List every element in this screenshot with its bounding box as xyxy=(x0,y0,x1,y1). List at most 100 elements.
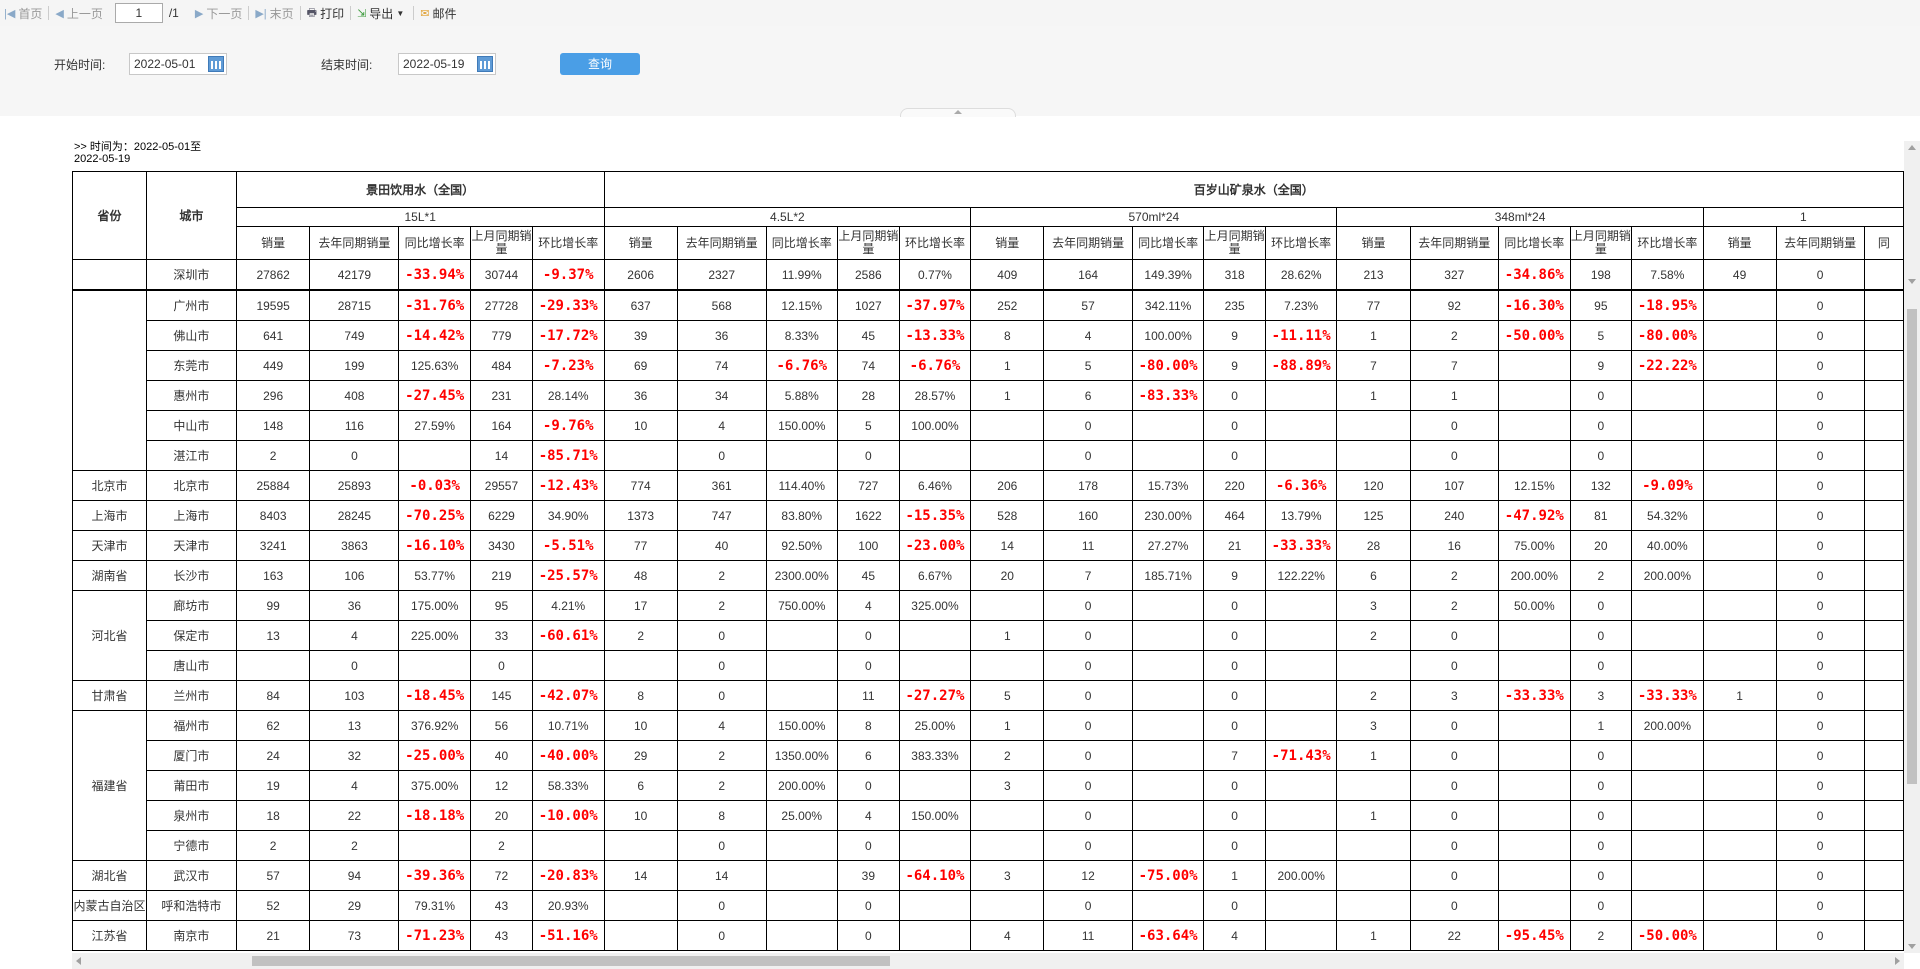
value-cell: 106 xyxy=(309,560,400,591)
value-cell: 0 xyxy=(469,650,533,681)
metric-header: 去年同期销量 xyxy=(1409,226,1500,260)
value-cell: 0 xyxy=(1043,830,1133,861)
mail-button[interactable]: ✉ 邮件 xyxy=(416,0,460,26)
value-cell xyxy=(970,830,1045,861)
export-button[interactable]: ⇲ 导出 ▼ xyxy=(353,0,411,26)
vertical-scrollbar[interactable] xyxy=(1904,141,1920,953)
value-cell: 0 xyxy=(1569,650,1633,681)
value-cell: -95.45% xyxy=(1498,920,1571,951)
province-cell: 河北省 xyxy=(72,590,147,681)
scrollbar-thumb[interactable] xyxy=(1907,309,1917,784)
value-cell: 231 xyxy=(469,380,533,411)
province-cell: 甘肃省 xyxy=(72,680,147,711)
value-cell: 0 xyxy=(1203,710,1266,741)
value-cell xyxy=(1131,680,1205,711)
value-cell: 39 xyxy=(836,860,900,891)
value-cell xyxy=(1863,560,1904,591)
value-cell xyxy=(1631,590,1704,621)
value-cell: 14 xyxy=(603,860,678,891)
time-range-line: >> 时间为：2022-05-01至 xyxy=(74,141,202,153)
value-cell: 235 xyxy=(1203,289,1266,321)
header-row: 销量 去年同期销量 同比增长率 上月同期销量 环比增长率 销量 去年同期销量 同比增长率 上月同… xyxy=(73,226,1904,260)
last-page-button[interactable]: ▶| 末页 xyxy=(251,0,297,26)
value-cell: 3241 xyxy=(235,530,311,561)
value-cell: 27862 xyxy=(235,259,311,291)
first-page-label: 首页 xyxy=(18,6,43,21)
value-cell xyxy=(235,650,311,681)
calendar-icon[interactable] xyxy=(477,56,493,72)
value-cell: 11.99% xyxy=(765,259,838,291)
scrollbar-thumb[interactable] xyxy=(252,956,890,966)
value-cell: 19 xyxy=(235,770,311,801)
value-cell: 5.88% xyxy=(765,380,838,411)
divider xyxy=(48,6,50,20)
value-cell: 92 xyxy=(1409,289,1500,321)
calendar-icon[interactable] xyxy=(208,56,224,72)
value-cell: 28 xyxy=(1336,530,1411,561)
value-cell: 1 xyxy=(1336,320,1411,351)
value-cell: 230.00% xyxy=(1131,500,1205,531)
value-cell xyxy=(1702,560,1777,591)
value-cell xyxy=(1702,650,1777,681)
divider xyxy=(350,6,352,20)
scroll-down-icon[interactable] xyxy=(1908,279,1916,284)
value-cell: 20 xyxy=(970,560,1045,591)
value-cell: 1 xyxy=(1569,710,1633,741)
end-date-field[interactable]: 2022-05-19 xyxy=(398,53,496,75)
value-cell: 0 xyxy=(1043,620,1133,651)
scroll-down-icon[interactable] xyxy=(1908,944,1916,949)
table-row: 广州市 19595 28715 -31.76% 27728 -29.33% 637 568 12… xyxy=(72,289,1904,471)
city-cell: 惠州市 xyxy=(145,380,237,411)
query-button[interactable]: 查询 xyxy=(560,53,640,75)
value-cell: 103 xyxy=(309,680,400,711)
start-date-field[interactable]: 2022-05-01 xyxy=(129,53,227,75)
value-cell: 4 xyxy=(309,620,400,651)
horizontal-scrollbar[interactable] xyxy=(72,953,1904,969)
value-cell: 28715 xyxy=(309,289,400,321)
value-cell: 94 xyxy=(309,860,400,891)
scroll-left-icon[interactable] xyxy=(76,957,81,965)
value-cell: -51.16% xyxy=(531,920,605,951)
value-cell: 75.00% xyxy=(1498,530,1571,561)
value-cell: 1350.00% xyxy=(765,740,838,771)
table-row: 佛山市 641 749 -14.42% 779 -17.72% 39 36 8.33% 45 -13… xyxy=(73,320,1904,351)
table-row: 惠州市 296 408 -27.45% 231 28.14% 36 34 5.88% 28 28.5… xyxy=(73,380,1904,411)
value-cell: 0 xyxy=(1043,650,1133,681)
value-cell: 1 xyxy=(970,380,1045,411)
metric-header: 去年同期销量 xyxy=(1043,226,1133,260)
prev-page-button[interactable]: ◀ 上一页 xyxy=(51,0,106,26)
scroll-up-icon[interactable] xyxy=(1908,145,1916,150)
page-number-input[interactable] xyxy=(114,3,163,23)
city-cell: 南京市 xyxy=(145,920,237,951)
time-range-caption: >> 时间为：2022-05-01至 2022-05-19 xyxy=(74,141,214,165)
value-cell: 0 xyxy=(1775,289,1865,321)
next-page-button[interactable]: ▶ 下一页 xyxy=(191,0,246,26)
value-cell: 4 xyxy=(676,410,767,441)
value-cell xyxy=(765,890,838,921)
value-cell xyxy=(603,650,678,681)
province-cell: 上海市 xyxy=(72,500,147,531)
value-cell: 0 xyxy=(676,890,767,921)
value-cell: 747 xyxy=(676,500,767,531)
value-cell: 28.14% xyxy=(531,380,605,411)
value-cell: 150.00% xyxy=(898,800,972,831)
value-cell xyxy=(1702,530,1777,561)
first-page-button[interactable]: |◀ 首页 xyxy=(0,0,46,26)
value-cell: 148 xyxy=(235,410,311,441)
province-cell xyxy=(72,259,147,291)
value-cell: -16.30% xyxy=(1498,289,1571,321)
value-cell xyxy=(898,440,972,471)
value-cell: 22 xyxy=(1409,920,1500,951)
print-button[interactable]: 🖶 打印 xyxy=(303,0,348,26)
value-cell xyxy=(1863,530,1904,561)
print-label: 打印 xyxy=(320,6,345,21)
collapse-filter-toggle[interactable] xyxy=(900,108,1016,117)
value-cell xyxy=(1863,620,1904,651)
value-cell: -85.71% xyxy=(531,440,605,471)
metric-header: 同比增长率 xyxy=(765,226,838,260)
last-page-icon: ▶| xyxy=(255,7,267,20)
value-cell xyxy=(1702,590,1777,621)
scroll-right-icon[interactable] xyxy=(1895,957,1900,965)
value-cell xyxy=(1498,710,1571,741)
province-header: 省份 xyxy=(72,171,147,260)
